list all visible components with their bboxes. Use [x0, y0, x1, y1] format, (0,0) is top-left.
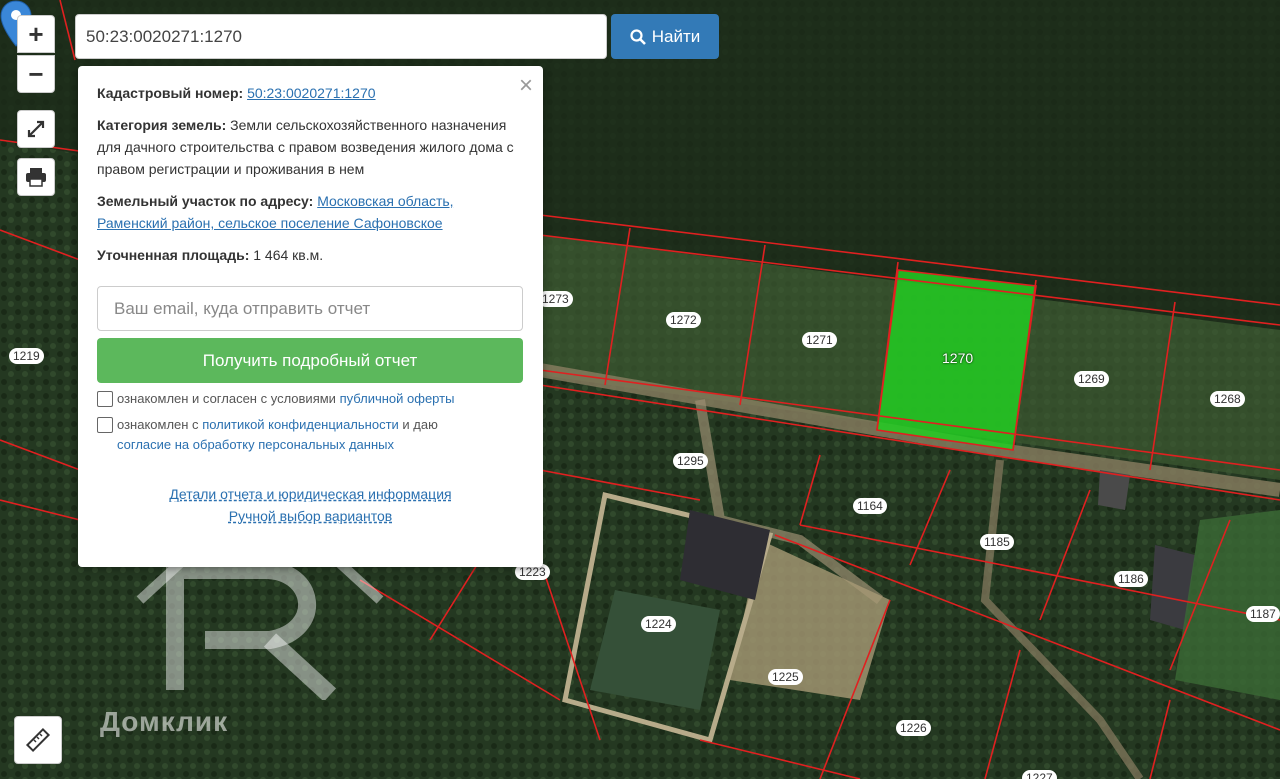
parcel-label-1272[interactable]: 1272: [666, 312, 701, 328]
search-button-label: Найти: [651, 26, 701, 46]
fullscreen-button[interactable]: [17, 110, 55, 148]
parcel-label-1295[interactable]: 1295: [673, 453, 708, 469]
parcel-label-1224[interactable]: 1224: [641, 616, 676, 632]
parcel-label-1225[interactable]: 1225: [768, 669, 803, 685]
area-row: Уточненная площадь: 1 464 кв.м.: [97, 244, 524, 266]
parcel-label-1187[interactable]: 1187: [1246, 606, 1280, 622]
cadastral-search-input[interactable]: 50:23:0020271:1270: [75, 14, 607, 59]
zoom-out-button[interactable]: −: [17, 55, 55, 93]
parcel-label-1219[interactable]: 1219: [9, 348, 44, 364]
parcel-label-1268[interactable]: 1268: [1210, 391, 1245, 407]
email-input[interactable]: Ваш email, куда отправить отчет: [97, 286, 523, 331]
ruler-button[interactable]: [14, 716, 62, 764]
cadastral-number-link[interactable]: 50:23:0020271:1270: [247, 85, 375, 101]
public-offer-link[interactable]: публичной оферты: [340, 391, 455, 406]
offer-consent-text: ознакомлен и согласен с условиями публич…: [117, 389, 454, 409]
popup-footer-links: Детали отчета и юридическая информация Р…: [97, 483, 524, 527]
offer-consent-checkbox[interactable]: [97, 391, 113, 407]
privacy-consent-label: ознакомлен с: [117, 417, 199, 432]
parcel-label-1185[interactable]: 1185: [980, 534, 1014, 550]
address-label: Земельный участок по адресу:: [97, 193, 314, 209]
privacy-consent-checkbox[interactable]: [97, 417, 113, 433]
land-category-row: Категория земель: Земли сельскохозяйстве…: [97, 114, 524, 180]
close-icon[interactable]: ×: [519, 72, 533, 100]
parcel-info-popup: × Кадастровый номер: 50:23:0020271:1270 …: [78, 66, 543, 567]
parcel-label-1270[interactable]: 1270: [938, 350, 977, 366]
parcel-label-1164[interactable]: 1164: [853, 498, 887, 514]
parcel-label-1226[interactable]: 1226: [896, 720, 931, 736]
parcel-label-1227[interactable]: 1227: [1022, 770, 1057, 779]
land-category-value: Земли сельскохозяйственного назначения: [230, 117, 507, 133]
parcel-label-1269[interactable]: 1269: [1074, 371, 1109, 387]
zoom-in-button[interactable]: +: [17, 15, 55, 53]
print-button[interactable]: [17, 158, 55, 196]
parcel-label-1186[interactable]: 1186: [1114, 571, 1148, 587]
search-icon: [630, 28, 646, 45]
get-report-button[interactable]: Получить подробный отчет: [97, 338, 523, 383]
report-details-link[interactable]: Детали отчета и юридическая информация: [169, 486, 451, 502]
search-button[interactable]: Найти: [611, 14, 719, 59]
land-category-label: Категория земель:: [97, 117, 227, 133]
privacy-consent-mid: и даю: [402, 417, 438, 432]
land-category-detail: для дачного строительства с правом возве…: [97, 139, 514, 177]
personal-data-consent-link[interactable]: согласие на обработку персональных данны…: [117, 437, 394, 452]
cadastral-number-row: Кадастровый номер: 50:23:0020271:1270: [97, 82, 524, 104]
printer-icon: [26, 168, 46, 187]
cadastral-number-label: Кадастровый номер:: [97, 85, 244, 101]
privacy-policy-link[interactable]: политикой конфиденциальности: [202, 417, 399, 432]
parcel-label-1271[interactable]: 1271: [802, 332, 837, 348]
address-row: Земельный участок по адресу: Московская …: [97, 190, 524, 234]
manual-selection-link[interactable]: Ручной выбор вариантов: [229, 508, 393, 524]
offer-consent-row: ознакомлен и согласен с условиями публич…: [97, 389, 524, 409]
area-value: 1 464 кв.м.: [253, 247, 324, 263]
offer-consent-label: ознакомлен и согласен с условиями: [117, 391, 336, 406]
privacy-consent-text: ознакомлен с политикой конфиденциальност…: [117, 415, 438, 455]
area-label: Уточненная площадь:: [97, 247, 250, 263]
expand-icon: [27, 120, 45, 138]
parcel-label-1273[interactable]: 1273: [538, 291, 573, 307]
ruler-icon: [25, 727, 51, 753]
privacy-consent-row: ознакомлен с политикой конфиденциальност…: [97, 415, 524, 455]
